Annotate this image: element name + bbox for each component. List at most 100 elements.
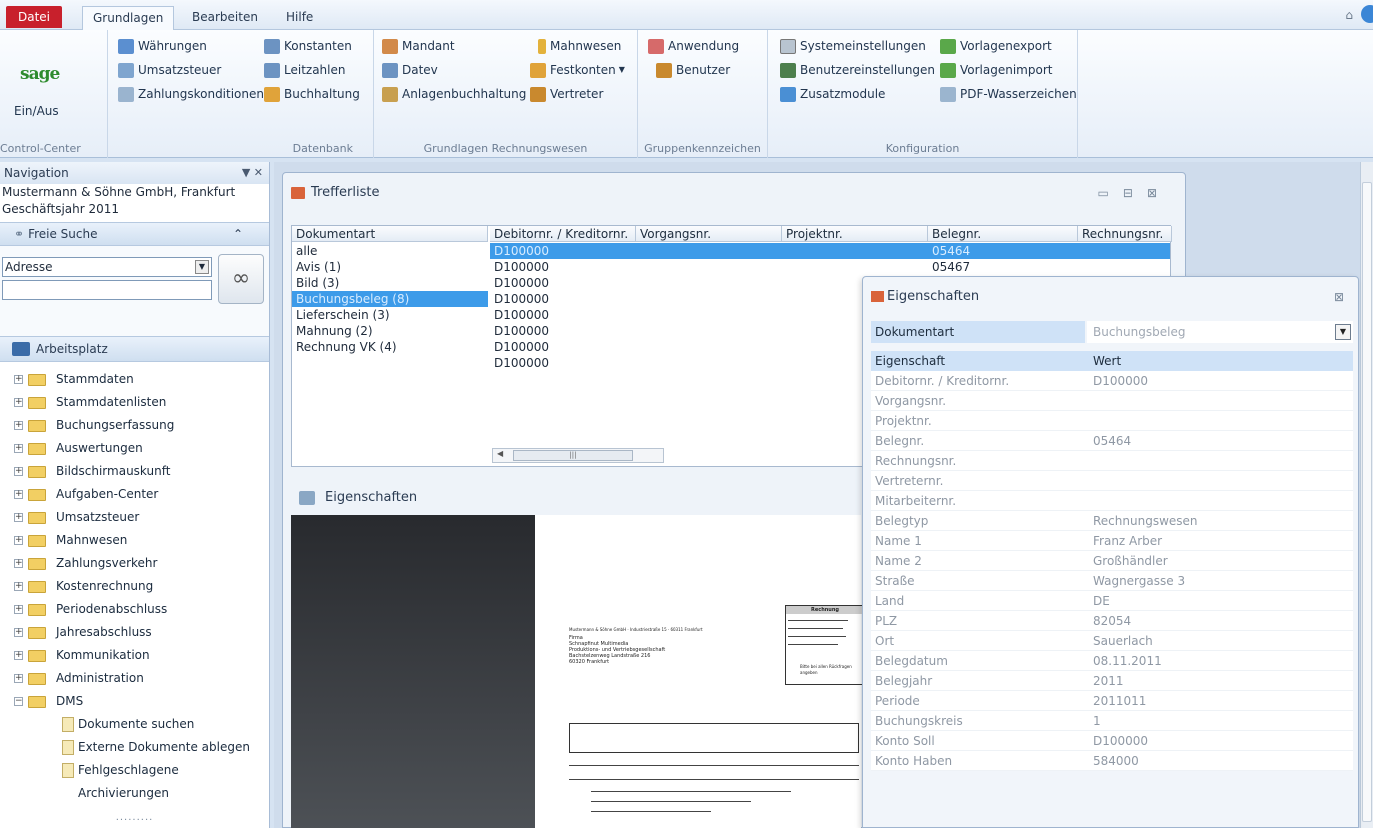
table-cell[interactable]: D100000 — [490, 355, 636, 371]
column-header-belegnr[interactable]: Belegnr. — [928, 226, 1078, 242]
expand-icon[interactable]: + — [14, 375, 23, 384]
column-header-eigenschaft[interactable]: Eigenschaft — [871, 351, 1087, 371]
expand-icon[interactable]: + — [14, 398, 23, 407]
doctype-item[interactable]: Lieferschein (3) — [292, 307, 488, 323]
doctype-item[interactable]: Mahnung (2) — [292, 323, 488, 339]
festkonten-button[interactable]: Festkonten ▼ — [530, 60, 625, 80]
table-cell[interactable]: 05467 — [928, 259, 1078, 275]
table-cell[interactable]: D100000 — [490, 339, 636, 355]
property-row[interactable]: Belegdatum 08.11.2011 — [871, 651, 1353, 671]
property-row[interactable]: Vorgangsnr. — [871, 391, 1353, 411]
systemeinstellungen-button[interactable]: Systemeinstellungen — [780, 36, 926, 56]
tree-item[interactable]: + Jahresabschluss — [0, 621, 269, 644]
scrollbar-thumb[interactable]: ||| — [513, 450, 633, 461]
column-header-projektnr[interactable]: Projektnr. — [782, 226, 928, 242]
property-row[interactable]: Land DE — [871, 591, 1353, 611]
workspace-scrollbar[interactable] — [1360, 162, 1373, 828]
property-row[interactable]: Belegnr. 05464 — [871, 431, 1353, 451]
tree-item[interactable]: + Stammdaten — [0, 368, 269, 391]
property-row[interactable]: Name 1 Franz Arber — [871, 531, 1353, 551]
expand-icon[interactable]: + — [14, 513, 23, 522]
doctype-item[interactable]: Avis (1) — [292, 259, 488, 275]
tree-item[interactable]: + Buchungserfassung — [0, 414, 269, 437]
table-cell[interactable]: D100000 — [490, 275, 636, 291]
property-row[interactable]: Belegjahr 2011 — [871, 671, 1353, 691]
datev-button[interactable]: Datev — [382, 60, 438, 80]
minimize-ribbon-icon[interactable]: ⌂ — [1345, 8, 1353, 22]
column-header-rechnungsnr[interactable]: Rechnungsnr. — [1078, 226, 1172, 242]
table-cell[interactable]: D100000 — [490, 243, 636, 259]
search-input[interactable] — [2, 280, 212, 300]
table-cell[interactable]: D100000 — [490, 307, 636, 323]
expand-icon[interactable]: + — [14, 536, 23, 545]
expand-icon[interactable]: + — [14, 628, 23, 637]
tree-item[interactable]: + Stammdatenlisten — [0, 391, 269, 414]
vertreter-button[interactable]: Vertreter — [530, 84, 603, 104]
tree-item[interactable]: + Periodenabschluss — [0, 598, 269, 621]
property-row[interactable]: Straße Wagnergasse 3 — [871, 571, 1353, 591]
doctype-item[interactable]: Rechnung VK (4) — [292, 339, 488, 355]
expand-icon[interactable]: + — [14, 651, 23, 660]
pane-controls[interactable]: ▼ ✕ — [242, 162, 263, 184]
tree-item[interactable]: + Administration — [0, 667, 269, 690]
doctype-item[interactable]: Bild (3) — [292, 275, 488, 291]
vorlagenimport-button[interactable]: Vorlagenimport — [940, 60, 1052, 80]
tab-datei[interactable]: Datei — [6, 6, 63, 28]
leitzahlen-button[interactable]: Leitzahlen — [264, 60, 345, 80]
benutzer-button[interactable]: Benutzer — [656, 60, 730, 80]
collapse-chevron-icon[interactable]: ⌃ — [233, 223, 243, 245]
property-row[interactable]: Name 2 Großhändler — [871, 551, 1353, 571]
umsatzsteuer-button[interactable]: Umsatzsteuer — [118, 60, 221, 80]
column-header-wert[interactable]: Wert — [1087, 351, 1121, 371]
help-icon[interactable] — [1361, 5, 1373, 23]
tree-item[interactable]: + Kostenrechnung — [0, 575, 269, 598]
expand-icon[interactable]: + — [14, 605, 23, 614]
search-button[interactable]: ∞ — [218, 254, 264, 304]
expand-icon[interactable]: + — [14, 674, 23, 683]
tree-item[interactable]: + Umsatzsteuer — [0, 506, 269, 529]
pdf-wasserzeichen-button[interactable]: PDF-Wasserzeichen — [940, 84, 1077, 104]
horizontal-scrollbar[interactable]: ◀ ||| — [492, 448, 664, 463]
expand-icon[interactable]: + — [14, 559, 23, 568]
table-cell[interactable]: 05464 — [928, 243, 1078, 259]
property-row[interactable]: Periode 2011011 — [871, 691, 1353, 711]
tree-item[interactable]: + Auswertungen — [0, 437, 269, 460]
benutzereinstellungen-button[interactable]: Benutzereinstellungen — [780, 60, 935, 80]
expand-icon[interactable]: + — [14, 421, 23, 430]
property-row[interactable]: Mitarbeiternr. — [871, 491, 1353, 511]
waehrungen-button[interactable]: Währungen — [118, 36, 207, 56]
konstanten-button[interactable]: Konstanten — [264, 36, 352, 56]
tree-item[interactable]: + Bildschirmauskunft — [0, 460, 269, 483]
zusatzmodule-button[interactable]: Zusatzmodule — [780, 84, 885, 104]
tree-item[interactable]: + Mahnwesen — [0, 529, 269, 552]
property-row[interactable]: Ort Sauerlach — [871, 631, 1353, 651]
pane-grip[interactable]: ......... — [0, 812, 269, 828]
doctype-item[interactable]: Buchungsbeleg (8) — [292, 291, 488, 307]
tab-hilfe[interactable]: Hilfe — [276, 6, 323, 30]
table-cell[interactable]: D100000 — [490, 291, 636, 307]
property-row[interactable]: Belegtyp Rechnungswesen — [871, 511, 1353, 531]
tab-grundlagen[interactable]: Grundlagen — [82, 6, 175, 30]
scroll-left-icon[interactable]: ◀ — [497, 449, 503, 458]
property-row[interactable]: Vertreternr. — [871, 471, 1353, 491]
expand-icon[interactable]: + — [14, 582, 23, 591]
tree-subitem[interactable]: Fehlgeschlagene Archivierungen — [0, 759, 269, 800]
anwendung-button[interactable]: Anwendung — [648, 36, 739, 56]
freie-suche-header[interactable]: ⚭ Freie Suche ⌃ — [0, 222, 269, 246]
arbeitsplatz-header[interactable]: Arbeitsplatz — [0, 336, 269, 362]
property-row[interactable]: Konto Soll D100000 — [871, 731, 1353, 751]
anlagenbuchhaltung-button[interactable]: Anlagenbuchhaltung — [382, 84, 526, 104]
search-field-combo[interactable]: Adresse ▼ — [2, 257, 212, 277]
dokumentart-select[interactable]: Buchungsbeleg ▼ — [1087, 321, 1353, 343]
expand-icon[interactable]: + — [14, 444, 23, 453]
table-cell[interactable]: D100000 — [490, 323, 636, 339]
close-icon[interactable]: ⊠ — [1334, 277, 1344, 317]
window-buttons[interactable]: ▭⊟⊠ — [1098, 173, 1171, 213]
property-row[interactable]: Buchungskreis 1 — [871, 711, 1353, 731]
property-row[interactable]: Rechnungsnr. — [871, 451, 1353, 471]
zahlungskonditionen-button[interactable]: Zahlungskonditionen — [118, 84, 264, 104]
expand-icon[interactable]: + — [14, 490, 23, 499]
tree-item[interactable]: − DMS — [0, 690, 269, 713]
table-cell[interactable]: D100000 — [490, 259, 636, 275]
column-header-dokumentart[interactable]: Dokumentart — [292, 226, 488, 242]
